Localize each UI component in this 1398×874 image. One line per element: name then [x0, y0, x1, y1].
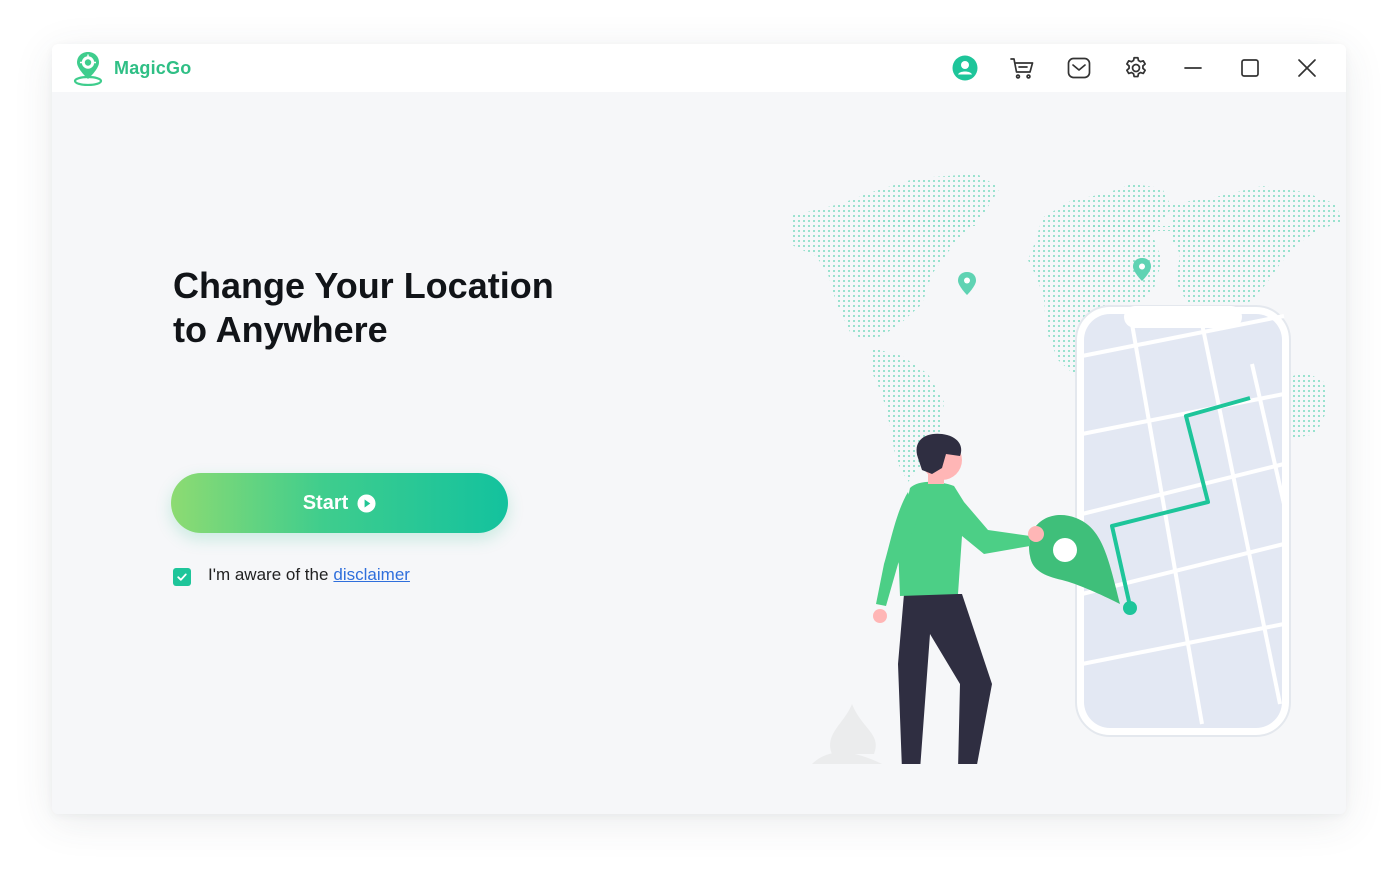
location-illustration: [790, 174, 1342, 764]
minimize-icon: [1184, 67, 1202, 69]
messages-button[interactable]: [1063, 53, 1095, 83]
maximize-button[interactable]: [1234, 53, 1266, 83]
gear-icon: [1126, 56, 1146, 78]
headline-line-2: to Anywhere: [173, 309, 388, 350]
cart-icon: [1010, 58, 1034, 79]
minimize-button[interactable]: [1177, 53, 1209, 83]
close-button[interactable]: [1291, 53, 1323, 83]
checkmark-icon: [177, 573, 187, 581]
app-title: MagicGo: [114, 58, 192, 78]
disclaimer-text: I'm aware of the: [208, 565, 329, 584]
start-button[interactable]: Start: [171, 473, 508, 533]
user-icon: [952, 55, 978, 81]
app-window: MagicGo Change Your Location to Anywhere…: [52, 44, 1346, 814]
settings-button[interactable]: [1120, 53, 1152, 83]
title-bar: MagicGo: [52, 44, 1346, 92]
page-headline: Change Your Location to Anywhere: [173, 264, 613, 352]
disclaimer-row: I'm aware of the disclaimer: [173, 564, 410, 586]
start-button-label: Start: [302, 491, 349, 514]
play-circle-icon: [357, 493, 376, 513]
maximize-icon: [1241, 59, 1259, 77]
mail-icon: [1067, 57, 1091, 79]
disclaimer-link[interactable]: disclaimer: [333, 565, 410, 585]
location-pin-logo-icon: [73, 52, 103, 86]
person-illustration: [812, 433, 1044, 764]
headline-line-1: Change Your Location: [173, 265, 554, 306]
disclaimer-checkbox[interactable]: [173, 568, 191, 586]
account-button[interactable]: [949, 53, 981, 83]
close-icon: [1298, 59, 1316, 77]
cart-button[interactable]: [1006, 53, 1038, 83]
phone-illustration: [1075, 305, 1291, 737]
